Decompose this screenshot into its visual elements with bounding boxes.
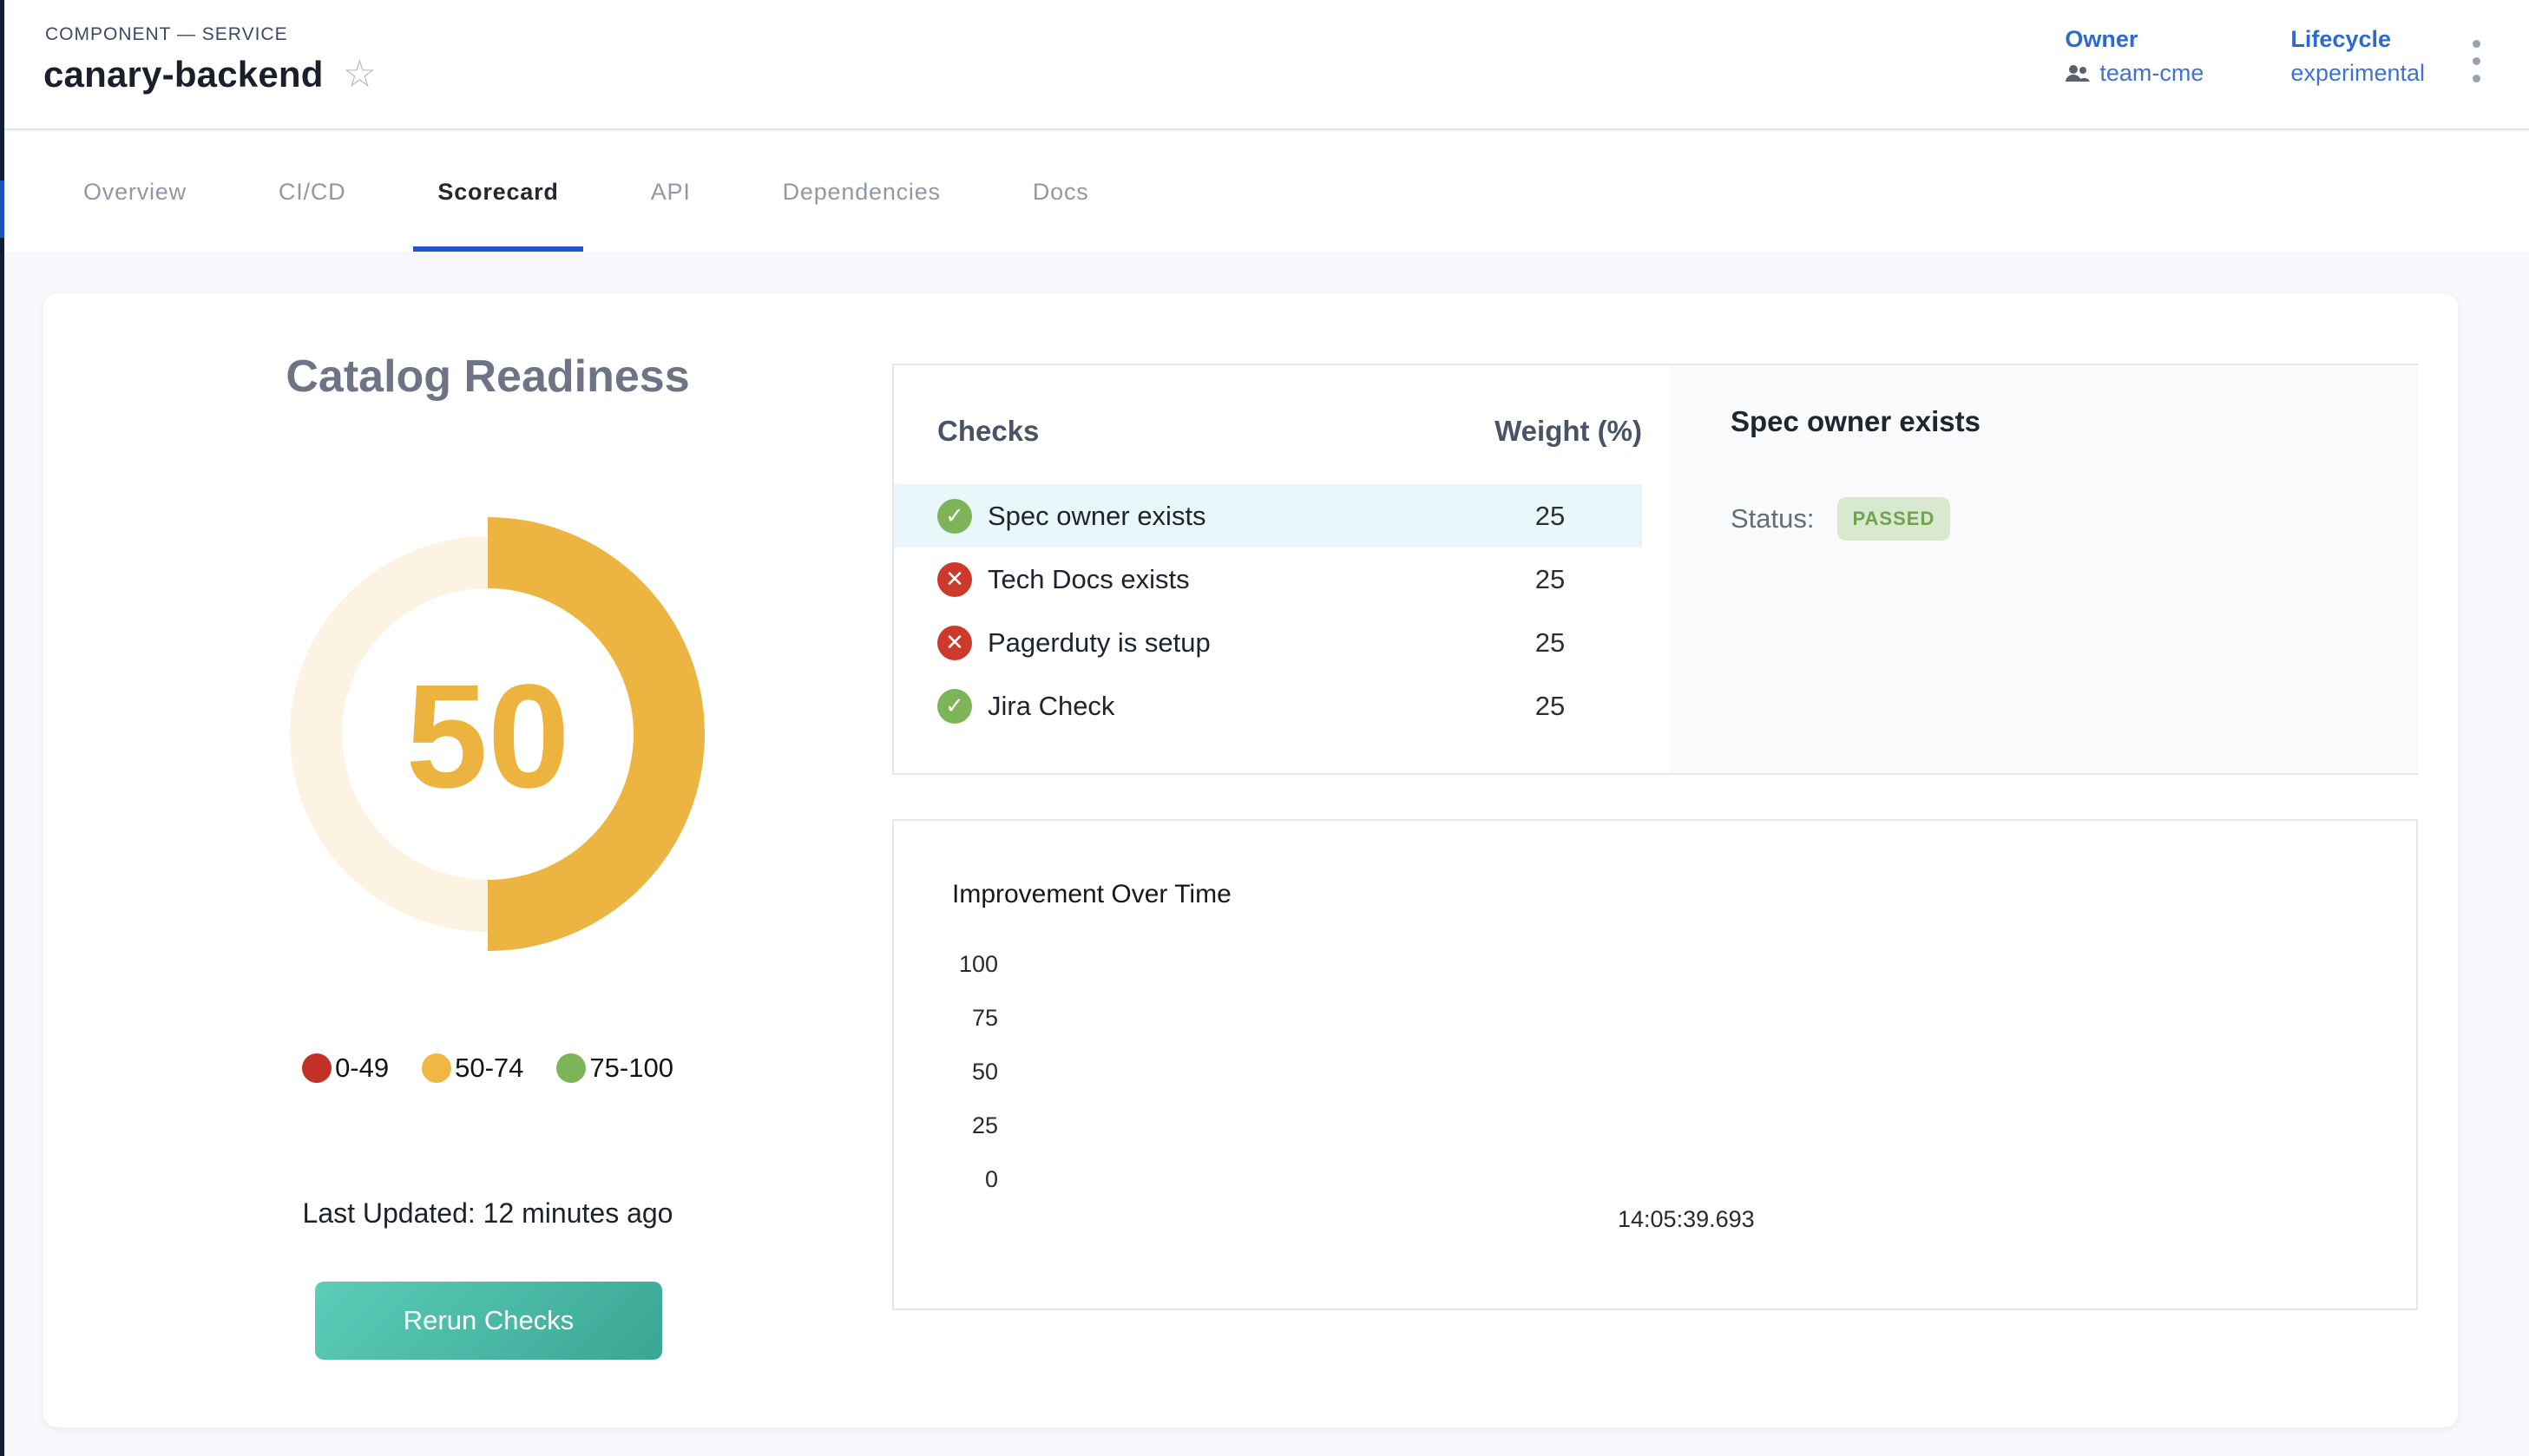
status-badge: PASSED: [1837, 497, 1951, 541]
legend-item-red: 0-49: [302, 1053, 389, 1084]
table-row[interactable]: ✕ Tech Docs exists 25: [894, 548, 1642, 611]
checks-table: Checks Weight (%) ✓ Spec owner exists 25…: [894, 365, 1670, 773]
status-label: Status:: [1731, 503, 1815, 535]
y-axis-tick: 50: [920, 1059, 998, 1085]
score-gauge: 50: [245, 491, 731, 977]
x-axis-tick: 14:05:39.693: [1618, 1206, 1755, 1233]
checks-panel: Checks Weight (%) ✓ Spec owner exists 25…: [892, 364, 2418, 775]
legend-item-green: 75-100: [556, 1053, 673, 1084]
owner-value: team-cme: [2099, 60, 2204, 87]
lifecycle-label: Lifecycle: [2290, 26, 2425, 53]
checks-rows: ✓ Spec owner exists 25 ✕ Tech Docs exist…: [894, 484, 1642, 738]
people-icon: [2065, 64, 2091, 83]
favorite-star-icon[interactable]: ☆: [343, 56, 377, 94]
score-legend: 0-49 50-74 75-100: [43, 1053, 932, 1084]
entity-title-row: canary-backend ☆: [43, 54, 377, 95]
check-passed-icon: ✓: [937, 689, 972, 724]
check-weight: 25: [1458, 627, 1642, 659]
page-title: canary-backend: [43, 54, 324, 95]
check-name: Jira Check: [988, 691, 1458, 722]
check-failed-icon: ✕: [937, 562, 972, 597]
tab-overview[interactable]: Overview: [59, 132, 211, 252]
y-axis-tick: 0: [920, 1166, 998, 1193]
entity-about: Owner team-cme Lifecycle experimen: [2065, 26, 2425, 87]
weight-column-header: Weight (%): [1458, 415, 1642, 448]
chart-title: Improvement Over Time: [952, 880, 1232, 909]
legend-item-amber: 50-74: [422, 1053, 523, 1084]
breadcrumb: COMPONENT — SERVICE: [45, 24, 288, 45]
legend-label: 75-100: [589, 1053, 673, 1084]
checks-table-header: Checks Weight (%): [894, 405, 1642, 457]
check-failed-icon: ✕: [937, 626, 972, 660]
page: COMPONENT — SERVICE canary-backend ☆ Own…: [0, 0, 2529, 1456]
y-axis-tick: 100: [920, 951, 998, 978]
rerun-checks-button[interactable]: Rerun Checks: [315, 1282, 662, 1360]
scorecard-title: Catalog Readiness: [43, 351, 932, 403]
tab-dependencies[interactable]: Dependencies: [759, 132, 965, 252]
red-dot-icon: [302, 1053, 332, 1083]
entity-header: COMPONENT — SERVICE canary-backend ☆ Own…: [0, 0, 2529, 130]
y-axis-tick: 25: [920, 1112, 998, 1139]
lifecycle-value: experimental: [2290, 60, 2425, 87]
entity-tabs: Overview CI/CD Scorecard API Dependencie…: [0, 132, 2529, 252]
tab-scorecard[interactable]: Scorecard: [413, 132, 582, 252]
table-row[interactable]: ✓ Jira Check 25: [894, 674, 1642, 738]
green-dot-icon: [556, 1053, 586, 1083]
collapsed-sidebar-strip: [0, 0, 4, 1456]
amber-dot-icon: [422, 1053, 451, 1083]
checks-column-header: Checks: [937, 415, 1458, 448]
check-passed-icon: ✓: [937, 499, 972, 534]
scorecard-card: Catalog Readiness 50 0-49 50-74 75-100 L…: [43, 293, 2458, 1427]
check-weight: 25: [1458, 501, 1642, 532]
table-row[interactable]: ✓ Spec owner exists 25: [894, 484, 1642, 548]
tab-cicd[interactable]: CI/CD: [254, 132, 371, 252]
owner-label: Owner: [2065, 26, 2204, 53]
check-detail-panel: Spec owner exists Status: PASSED: [1670, 365, 2418, 773]
more-options-icon[interactable]: [2469, 36, 2484, 86]
legend-label: 50-74: [455, 1053, 523, 1084]
improvement-chart-panel: Improvement Over Time 100 75 50 25 0 14:…: [892, 819, 2418, 1310]
owner-link[interactable]: team-cme: [2065, 60, 2204, 87]
table-row[interactable]: ✕ Pagerduty is setup 25: [894, 611, 1642, 674]
check-name: Tech Docs exists: [988, 564, 1458, 595]
lifecycle-field: Lifecycle experimental: [2290, 26, 2425, 87]
legend-label: 0-49: [335, 1053, 389, 1084]
tab-api[interactable]: API: [627, 132, 715, 252]
score-value: 50: [245, 491, 731, 977]
check-name: Spec owner exists: [988, 501, 1458, 532]
sidebar-active-indicator: [0, 180, 4, 238]
check-detail-title: Spec owner exists: [1731, 405, 2418, 438]
check-status-row: Status: PASSED: [1731, 497, 2418, 541]
y-axis-tick: 75: [920, 1005, 998, 1032]
check-weight: 25: [1458, 691, 1642, 722]
check-name: Pagerduty is setup: [988, 627, 1458, 659]
owner-field: Owner team-cme: [2065, 26, 2204, 87]
last-updated-text: Last Updated: 12 minutes ago: [43, 1197, 932, 1230]
tab-docs[interactable]: Docs: [1008, 132, 1113, 252]
check-weight: 25: [1458, 564, 1642, 595]
